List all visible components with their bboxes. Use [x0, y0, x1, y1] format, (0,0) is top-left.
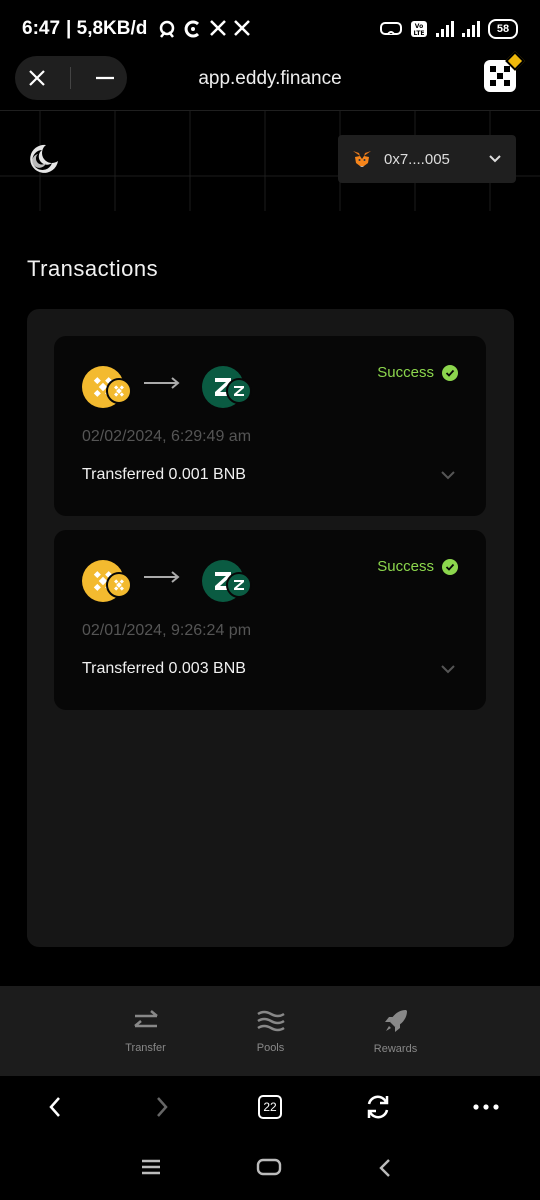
wallet-address: 0x7....005: [384, 150, 450, 168]
c-app-icon: [185, 20, 200, 38]
chevron-down-icon: [489, 155, 501, 163]
nav-label-rewards: Rewards: [373, 1043, 418, 1055]
tabs-button[interactable]: 22: [255, 1092, 285, 1122]
chevron-down-icon[interactable]: [440, 468, 456, 482]
bnb-chain-badge-icon: [106, 572, 132, 598]
status-label: Success: [377, 364, 434, 381]
svg-text:LTE: LTE: [413, 30, 424, 37]
pools-icon: [256, 1010, 285, 1032]
volte-icon: VoLTE: [411, 21, 427, 37]
more-horizontal-icon: [473, 1104, 499, 1110]
okx-logo-icon: [490, 66, 510, 86]
zeta-chain-badge-icon: [226, 572, 252, 598]
back-icon[interactable]: [378, 1158, 392, 1178]
menu-icon[interactable]: [141, 1159, 161, 1175]
eddy-logo-icon[interactable]: [24, 141, 60, 177]
app-header: 0x7....005: [0, 110, 540, 211]
wallet-button[interactable]: 0x7....005: [338, 135, 516, 183]
transaction-card[interactable]: Success 02/01/2024, 9:26:24 pm Transferr…: [54, 530, 486, 710]
nav-label-transfer: Transfer: [125, 1042, 166, 1054]
bnb-chain-badge-icon: [106, 378, 132, 404]
transaction-description: Transferred 0.001 BNB: [82, 466, 246, 483]
status-bar: 6:47 | 5,8KB/d Vo LTE 58: [0, 0, 540, 58]
transaction-date: 02/02/2024, 6:29:49 am: [82, 428, 252, 445]
nav-label-pools: Pools: [256, 1042, 285, 1054]
browser-bottom-bar: 22: [0, 1076, 540, 1134]
app-notification-icon: [160, 20, 175, 38]
x-app-icon: [210, 20, 227, 36]
nav-item-pools[interactable]: Pools: [198, 986, 343, 1076]
notification-icons: [157, 19, 251, 39]
status-right: Vo LTE 58: [380, 19, 518, 39]
page-title: Transactions: [27, 256, 159, 281]
rocket-icon: [384, 1010, 407, 1032]
refresh-button[interactable]: [363, 1092, 393, 1122]
system-nav-bar: [0, 1134, 540, 1200]
check-circle-icon: [442, 558, 458, 575]
vr-icon: [380, 22, 402, 35]
nav-item-transfer[interactable]: Transfer: [73, 986, 218, 1076]
chevron-left-icon: [49, 1097, 60, 1117]
transaction-date: 02/01/2024, 9:26:24 pm: [82, 622, 252, 639]
status-data-rate: | 5,8KB/d: [66, 18, 148, 39]
okx-wallet-button[interactable]: [484, 51, 525, 92]
status-badge: Success: [377, 558, 458, 575]
browser-top-bar: app.eddy.finance: [0, 51, 540, 110]
forward-button[interactable]: [147, 1092, 177, 1122]
nav-item-rewards[interactable]: Rewards: [323, 986, 468, 1076]
tab-count: 22: [258, 1095, 282, 1119]
arrow-right-icon: [144, 377, 180, 389]
window-controls: [15, 56, 127, 100]
signal-4g-icon: [436, 21, 454, 37]
close-icon[interactable]: [27, 68, 47, 88]
arrow-right-icon: [144, 571, 180, 583]
svg-text:Vo: Vo: [415, 23, 423, 30]
status-badge: Success: [377, 364, 458, 381]
status-label: Success: [377, 558, 434, 575]
more-button[interactable]: [471, 1092, 501, 1122]
transaction-description: Transferred 0.003 BNB: [82, 660, 246, 677]
battery-icon: 58: [488, 19, 518, 39]
refresh-icon: [367, 1095, 389, 1119]
app-bottom-nav: Transfer Pools Rewards: [0, 986, 540, 1076]
transfer-icon: [133, 1010, 158, 1028]
home-icon[interactable]: [256, 1158, 282, 1176]
transaction-card[interactable]: Success 02/02/2024, 6:29:49 am Transferr…: [54, 336, 486, 516]
x-app-icon-2: [234, 20, 251, 36]
back-button[interactable]: [40, 1092, 70, 1122]
check-circle-icon: [442, 364, 458, 381]
chevron-right-icon: [157, 1097, 168, 1117]
signal-icon: [462, 21, 480, 37]
status-time: 6:47: [22, 18, 61, 39]
zeta-chain-badge-icon: [226, 378, 252, 404]
divider: [69, 67, 71, 89]
chevron-down-icon[interactable]: [440, 662, 456, 676]
minimize-icon[interactable]: [94, 68, 116, 88]
status-left: 6:47 | 5,8KB/d: [22, 18, 251, 40]
metamask-icon: [353, 151, 371, 167]
